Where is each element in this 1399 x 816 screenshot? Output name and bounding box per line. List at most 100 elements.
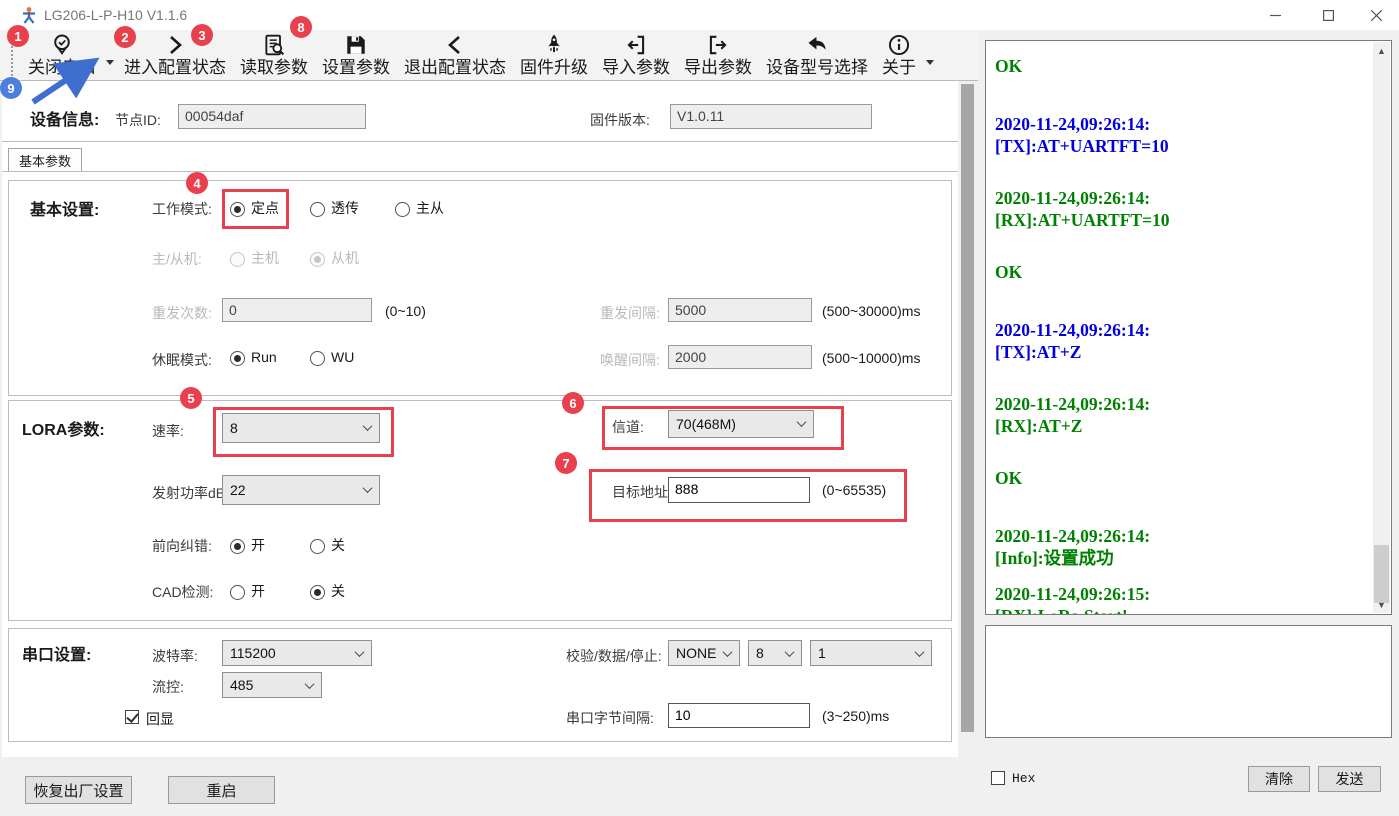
byte-interval-field[interactable]: 10 <box>668 703 810 728</box>
radio-mode-transparent[interactable]: 透传 <box>310 198 359 219</box>
resend-count-field[interactable]: 0 <box>222 298 372 322</box>
log-scrollbar-thumb[interactable] <box>1374 545 1389 603</box>
radio-icon <box>395 202 410 217</box>
toolbar-about-button[interactable]: 关于 <box>875 30 923 80</box>
scroll-up-icon[interactable]: ▲ <box>1373 42 1390 59</box>
byte-interval-label: 串口字节间隔: <box>566 708 654 728</box>
device-info-section-label: 设备信息: <box>30 106 99 130</box>
factory-reset-button[interactable]: 恢复出厂设置 <box>25 776 132 804</box>
annotation-box-rate <box>213 407 394 457</box>
toolbar-set-params-button[interactable]: 设置参数 <box>315 30 397 80</box>
fec-label: 前向纠错: <box>152 536 212 556</box>
lora-params-title: LORA参数: <box>22 416 105 440</box>
app-window: LG206-L-P-H10 V1.1.6 关闭串口 进入配置状态 <box>0 0 1399 816</box>
radio-sleep-run[interactable]: Run <box>230 349 277 368</box>
toolbar-device-model-button[interactable]: 设备型号选择 <box>759 30 875 80</box>
undo-arrow-icon <box>805 33 829 57</box>
annotation-badge-3: 3 <box>191 24 213 46</box>
annotation-badge-7: 7 <box>555 452 577 474</box>
resend-interval-field[interactable]: 5000 <box>668 298 812 322</box>
radio-slave[interactable]: 从机 <box>310 248 359 269</box>
toolbar-export-params-button[interactable]: 导出参数 <box>677 30 759 80</box>
radio-icon <box>230 539 245 554</box>
scroll-down-icon[interactable]: ▼ <box>1373 596 1390 613</box>
log-entry: 2020-11-24,09:26:14:[RX]:AT+Z <box>995 393 1371 437</box>
clear-button[interactable]: 清除 <box>1248 766 1310 792</box>
stop-bits-select[interactable]: 1 <box>810 640 932 666</box>
about-dropdown[interactable] <box>923 44 937 80</box>
radio-master[interactable]: 主机 <box>230 248 279 269</box>
log-entry: OK <box>995 55 1371 77</box>
log-message: [Info]:设置成功 <box>995 547 1371 569</box>
echo-label: 回显 <box>146 709 174 729</box>
annotation-badge-8: 8 <box>290 16 312 38</box>
radio-icon <box>230 252 245 267</box>
annotation-arrow <box>25 50 115 108</box>
hex-checkbox[interactable] <box>991 771 1005 785</box>
radio-icon <box>230 351 245 366</box>
log-message: [RX]:LoRa Start! <box>995 605 1371 615</box>
radio-fec-off[interactable]: 关 <box>310 535 345 556</box>
left-scrollbar[interactable] <box>959 81 976 757</box>
baud-rate-label: 波特率: <box>152 646 198 666</box>
flow-control-select[interactable]: 485 <box>222 672 322 698</box>
document-search-icon <box>262 33 286 57</box>
app-logo-icon <box>20 6 38 24</box>
log-scrollbar[interactable]: ▲ ▼ <box>1373 42 1390 613</box>
data-bits-select[interactable]: 8 <box>748 640 802 666</box>
baud-rate-value: 115200 <box>230 645 276 661</box>
annotation-box-target-address <box>589 469 907 522</box>
log-timestamp: 2020-11-24,09:26:14: <box>995 525 1371 547</box>
radio-icon <box>310 202 325 217</box>
toolbar-export-params-label: 导出参数 <box>684 58 752 78</box>
sleep-mode-label: 休眠模式: <box>152 350 212 370</box>
toolbar-about-label: 关于 <box>882 58 916 78</box>
tx-power-select[interactable]: 22 <box>222 475 380 505</box>
maximize-button[interactable] <box>1305 0 1351 30</box>
cad-label: CAD检测: <box>152 582 213 602</box>
send-input-area[interactable] <box>985 625 1392 738</box>
echo-checkbox[interactable] <box>125 710 139 724</box>
wake-interval-field[interactable]: 2000 <box>668 345 812 369</box>
annotation-box-fixed-mode <box>222 189 289 229</box>
toolbar-firmware-upgrade-button[interactable]: 固件升级 <box>513 30 595 80</box>
log-timestamp: 2020-11-24,09:26:14: <box>995 319 1371 341</box>
left-scrollbar-thumb[interactable] <box>961 84 974 732</box>
rocket-icon <box>542 33 566 57</box>
reboot-button[interactable]: 重启 <box>168 776 275 804</box>
info-icon <box>887 33 911 57</box>
firmware-version-field[interactable]: V1.0.11 <box>670 104 872 129</box>
baud-rate-select[interactable]: 115200 <box>222 640 372 666</box>
basic-settings-title: 基本设置: <box>30 196 99 220</box>
log-output-area[interactable]: OK 2020-11-24,09:26:14:[TX]:AT+UARTFT=10… <box>985 40 1392 615</box>
radio-cad-off-label: 关 <box>331 583 345 599</box>
radio-icon <box>310 252 325 267</box>
log-entry: 2020-11-24,09:26:14:[RX]:AT+UARTFT=10 <box>995 187 1371 231</box>
toolbar-device-model-label: 设备型号选择 <box>766 58 868 78</box>
flow-control-value: 485 <box>230 677 253 693</box>
radio-cad-off[interactable]: 关 <box>310 581 345 602</box>
resend-interval-label: 重发间隔: <box>600 303 660 323</box>
radio-sleep-wu[interactable]: WU <box>310 349 354 368</box>
annotation-box-channel <box>602 406 844 450</box>
parity-select[interactable]: NONE <box>668 640 740 666</box>
send-button[interactable]: 发送 <box>1318 766 1381 792</box>
resend-interval-range: (500~30000)ms <box>822 303 920 319</box>
minimize-button[interactable] <box>1252 0 1298 30</box>
log-timestamp: 2020-11-24,09:26:14: <box>995 113 1371 135</box>
tab-basic-params[interactable]: 基本参数 <box>8 148 82 172</box>
close-button[interactable] <box>1353 0 1399 30</box>
firmware-version-label: 固件版本: <box>590 110 650 130</box>
toolbar-import-params-button[interactable]: 导入参数 <box>595 30 677 80</box>
toolbar-exit-config-button[interactable]: 退出配置状态 <box>397 30 513 80</box>
master-slave-label: 主/从机: <box>152 249 202 269</box>
log-entry: OK <box>995 261 1371 283</box>
log-entry: 2020-11-24,09:26:14:[TX]:AT+Z <box>995 319 1371 363</box>
radio-mode-master-slave[interactable]: 主从 <box>395 198 444 219</box>
radio-fec-on[interactable]: 开 <box>230 535 265 556</box>
log-timestamp: 2020-11-24,09:26:15: <box>995 583 1371 605</box>
radio-fec-off-label: 关 <box>331 537 345 553</box>
node-id-field[interactable]: 00054daf <box>178 104 366 129</box>
radio-mode-master-slave-label: 主从 <box>416 200 444 216</box>
radio-cad-on[interactable]: 开 <box>230 581 265 602</box>
